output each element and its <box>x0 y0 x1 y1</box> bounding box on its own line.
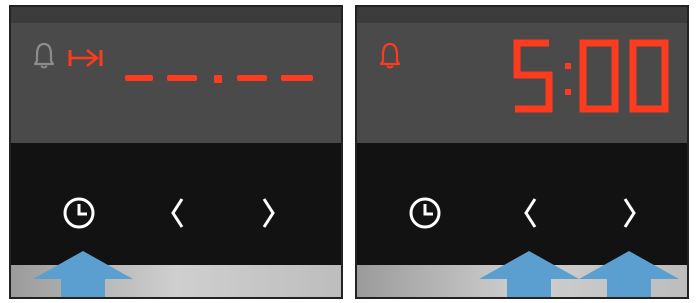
chevron-left-icon <box>524 198 537 228</box>
skip-to-end-icon <box>67 47 105 69</box>
bell-outline-icon <box>33 41 55 69</box>
display-area <box>11 7 341 143</box>
display-top-band <box>11 7 341 23</box>
button-row <box>11 143 341 265</box>
chevron-right-button[interactable] <box>246 191 290 235</box>
pointer-arrow-right <box>579 251 679 297</box>
bell-outline-icon <box>379 41 401 69</box>
chevron-left-button[interactable] <box>156 191 200 235</box>
display-area <box>357 7 687 143</box>
pointer-arrow-clock <box>33 251 133 297</box>
pointer-arrow-left <box>479 251 579 297</box>
timer-display <box>509 37 679 117</box>
button-row <box>357 143 687 265</box>
clock-button[interactable] <box>57 191 101 235</box>
chevron-right-icon <box>262 198 275 228</box>
oven-panel-left <box>9 5 343 299</box>
clock-icon <box>409 197 441 229</box>
timer-display-blank <box>121 61 331 91</box>
clock-icon <box>63 197 95 229</box>
chevron-left-icon <box>171 198 184 228</box>
chevron-right-button[interactable] <box>607 191 651 235</box>
chevron-right-icon <box>623 198 636 228</box>
display-top-band <box>357 7 687 23</box>
chevron-left-button[interactable] <box>509 191 553 235</box>
oven-panel-right <box>355 5 689 299</box>
clock-button[interactable] <box>403 191 447 235</box>
